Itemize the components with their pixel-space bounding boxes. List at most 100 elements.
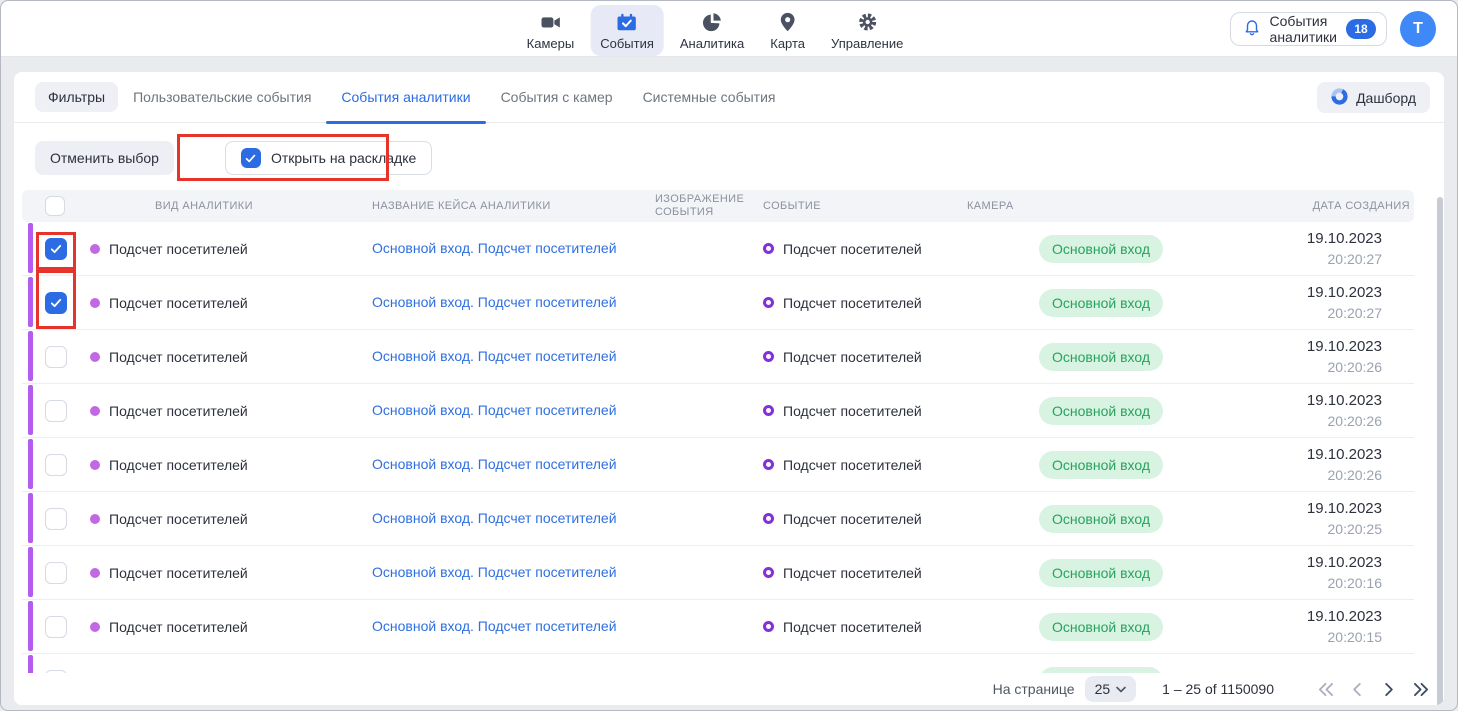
row-checkbox[interactable] [45, 454, 67, 476]
table-header: ВИД АНАЛИТИКИ НАЗВАНИЕ КЕЙСА АНАЛИТИКИ И… [22, 190, 1414, 222]
unread-indicator [28, 277, 33, 327]
analytics-type-label: Подсчет посетителей [109, 403, 248, 419]
nav-item-label: Аналитика [680, 36, 744, 51]
table-row[interactable]: Подсчет посетителей Основной вход. Подсч… [22, 600, 1414, 654]
row-checkbox[interactable] [45, 400, 67, 422]
camera-badge[interactable]: Основной вход [1039, 505, 1163, 533]
prev-page-button[interactable] [1346, 678, 1368, 700]
analytics-type-dot-icon [90, 622, 100, 632]
table-row[interactable]: Подсчет посетителей Основной вход. Подсч… [22, 384, 1414, 438]
table-row[interactable]: Подсчет посетителей Основной вход. Подсч… [22, 222, 1414, 276]
case-link[interactable]: Основной вход. Подсчет посетителей [372, 240, 617, 256]
camera-badge[interactable]: Основной вход [1039, 451, 1163, 479]
camera-badge[interactable]: Основной вход [1039, 613, 1163, 641]
case-link[interactable]: Основной вход. Подсчет посетителей [372, 348, 617, 364]
event-label: Подсчет посетителей [783, 511, 922, 527]
row-checkbox[interactable] [45, 562, 67, 584]
open-on-layout-button[interactable]: Открыть на раскладке [225, 141, 432, 175]
double-chevron-left-icon [1317, 682, 1334, 697]
event-ring-icon [763, 567, 774, 578]
dashboard-button[interactable]: Дашборд [1317, 82, 1430, 113]
camera-badge[interactable]: Основной вход [1039, 289, 1163, 317]
event-ring-icon [763, 243, 774, 254]
date-value: 19.10.2023 [1290, 552, 1382, 573]
unread-indicator [28, 331, 33, 381]
pagination-bar: На странице 25 1 – 25 of 1150090 [14, 673, 1444, 705]
header-analytics-type: ВИД АНАЛИТИКИ [90, 200, 372, 213]
case-link[interactable]: Основной вход. Подсчет посетителей [372, 456, 617, 472]
first-page-button[interactable] [1314, 678, 1336, 700]
camera-badge[interactable]: Основной вход [1039, 235, 1163, 263]
events-table: ВИД АНАЛИТИКИ НАЗВАНИЕ КЕЙСА АНАЛИТИКИ И… [22, 190, 1414, 705]
cancel-selection-button[interactable]: Отменить выбор [35, 141, 174, 175]
event-label: Подсчет посетителей [783, 457, 922, 473]
analytics-type-dot-icon [90, 352, 100, 362]
vertical-scrollbar[interactable] [1437, 197, 1443, 705]
event-ring-icon [763, 351, 774, 362]
nav-item-map[interactable]: Карта [760, 5, 815, 56]
main-nav: Камеры События Аналитика Карта [517, 5, 914, 56]
time-value: 20:20:26 [1290, 357, 1382, 377]
event-label: Подсчет посетителей [783, 619, 922, 635]
spinner-icon [1331, 88, 1348, 108]
row-checkbox[interactable] [45, 346, 67, 368]
content-card: Фильтры Пользовательские события События… [14, 72, 1444, 705]
checkmark-icon [49, 296, 63, 310]
table-row[interactable]: Подсчет посетителей Основной вход. Подсч… [22, 492, 1414, 546]
notification-label: События аналитики [1270, 13, 1337, 45]
case-link[interactable]: Основной вход. Подсчет посетителей [372, 564, 617, 580]
table-row[interactable]: Подсчет посетителей Основной вход. Подсч… [22, 330, 1414, 384]
table-row[interactable]: Подсчет посетителей Основной вход. Подсч… [22, 438, 1414, 492]
header-case-name: НАЗВАНИЕ КЕЙСА АНАЛИТИКИ [372, 200, 655, 213]
tab-analytics-events[interactable]: События аналитики [326, 72, 485, 123]
case-link[interactable]: Основной вход. Подсчет посетителей [372, 294, 617, 310]
nav-item-management[interactable]: Управление [821, 5, 913, 56]
analytics-type-label: Подсчет посетителей [109, 349, 248, 365]
time-value: 20:20:25 [1290, 519, 1382, 539]
analytics-events-notification-button[interactable]: События аналитики 18 [1230, 12, 1387, 46]
camera-badge[interactable]: Основной вход [1039, 343, 1163, 371]
time-value: 20:20:15 [1290, 627, 1382, 647]
analytics-type-dot-icon [90, 514, 100, 524]
time-value: 20:20:26 [1290, 411, 1382, 431]
analytics-type-label: Подсчет посетителей [109, 565, 248, 581]
row-checkbox[interactable] [45, 238, 67, 260]
case-link[interactable]: Основной вход. Подсчет посетителей [372, 402, 617, 418]
date-value: 19.10.2023 [1290, 336, 1382, 357]
map-pin-icon [777, 11, 799, 33]
row-checkbox[interactable] [45, 292, 67, 314]
header-created: ДАТА СОЗДАНИЯ [1290, 200, 1414, 213]
filters-button[interactable]: Фильтры [35, 82, 118, 112]
analytics-type-label: Подсчет посетителей [109, 295, 248, 311]
event-ring-icon [763, 513, 774, 524]
camera-badge[interactable]: Основной вход [1039, 559, 1163, 587]
tab-user-events[interactable]: Пользовательские события [118, 72, 326, 123]
case-link[interactable]: Основной вход. Подсчет посетителей [372, 510, 617, 526]
last-page-button[interactable] [1410, 678, 1432, 700]
analytics-type-label: Подсчет посетителей [109, 241, 248, 257]
time-value: 20:20:16 [1290, 573, 1382, 593]
per-page-select[interactable]: 25 [1085, 676, 1137, 702]
table-row[interactable]: Подсчет посетителей Основной вход. Подсч… [22, 546, 1414, 600]
open-on-layout-checkbox[interactable] [241, 148, 261, 168]
per-page-label: На странице [993, 681, 1075, 697]
time-value: 20:20:26 [1290, 465, 1382, 485]
select-all-checkbox[interactable] [45, 196, 65, 216]
calendar-check-icon [616, 11, 638, 33]
next-page-button[interactable] [1378, 678, 1400, 700]
tab-system-events[interactable]: Системные события [628, 72, 791, 123]
table-row[interactable]: Подсчет посетителей Основной вход. Подсч… [22, 276, 1414, 330]
camera-badge[interactable]: Основной вход [1039, 397, 1163, 425]
nav-item-cameras[interactable]: Камеры [517, 5, 585, 56]
row-checkbox[interactable] [45, 508, 67, 530]
event-ring-icon [763, 621, 774, 632]
event-ring-icon [763, 297, 774, 308]
case-link[interactable]: Основной вход. Подсчет посетителей [372, 618, 617, 634]
time-value: 20:20:27 [1290, 249, 1382, 269]
nav-item-events[interactable]: События [590, 5, 664, 56]
tab-camera-events[interactable]: События с камер [486, 72, 628, 123]
nav-item-analytics[interactable]: Аналитика [670, 5, 754, 56]
avatar[interactable]: T [1400, 11, 1436, 47]
row-checkbox[interactable] [45, 616, 67, 638]
camera-icon [539, 11, 561, 33]
